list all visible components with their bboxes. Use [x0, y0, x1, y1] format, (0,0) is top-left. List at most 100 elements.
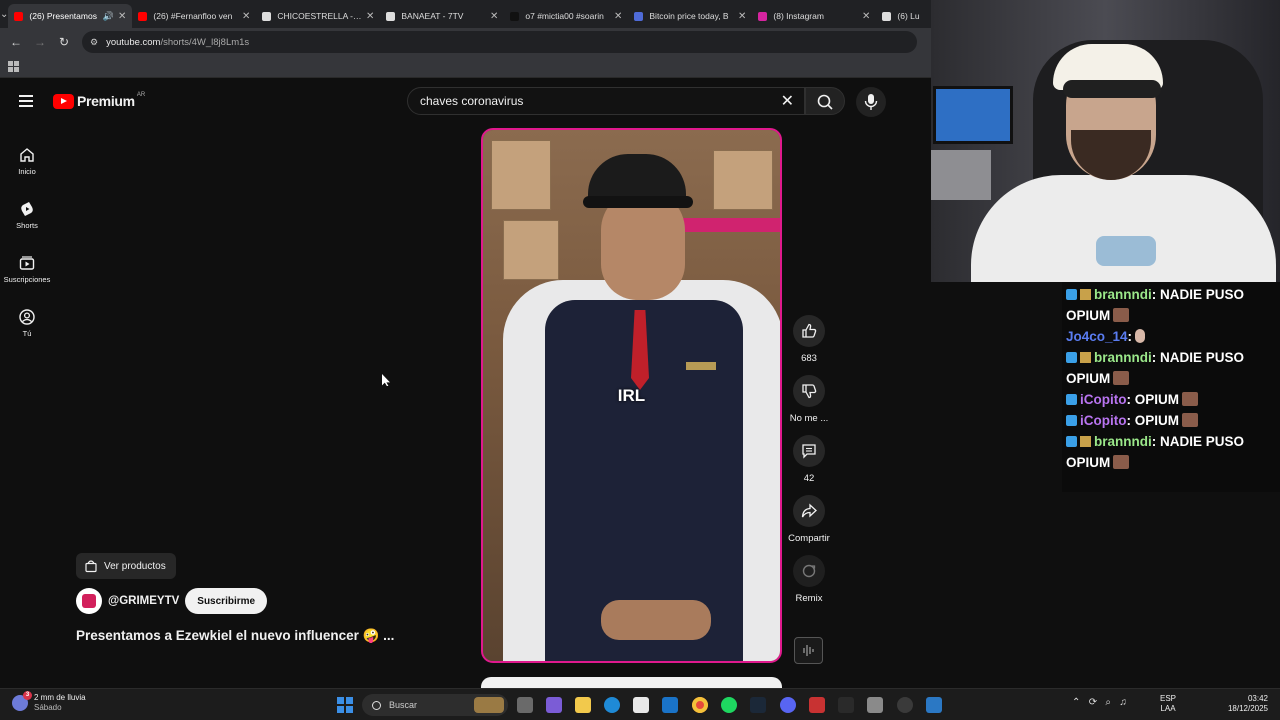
browser-tab[interactable]: Bitcoin price today, B ✕: [628, 4, 752, 28]
address-bar[interactable]: ⚙ youtube.com/shorts/4W_l8j8Lm1s: [82, 31, 917, 53]
chrome-icon[interactable]: [692, 697, 708, 713]
tab-close-icon[interactable]: ✕: [490, 11, 498, 22]
chat-username[interactable]: brannndi: [1094, 434, 1152, 449]
browser-tab[interactable]: (26) #Fernanfloo ven ✕: [132, 4, 256, 28]
browser-tab[interactable]: (8) Instagram ✕: [752, 4, 876, 28]
tab-close-icon[interactable]: ✕: [366, 11, 374, 22]
channel-row: @GRIMEYTV Suscribirme: [76, 588, 268, 614]
app-game-icon[interactable]: [867, 697, 883, 713]
view-products-label: Ver productos: [104, 560, 166, 572]
tab-favicon-icon: [386, 11, 396, 21]
video-title[interactable]: Presentamos a Ezewkiel el nuevo influenc…: [76, 628, 394, 644]
tab-close-icon[interactable]: ✕: [614, 11, 622, 22]
share-button[interactable]: Compartir: [785, 495, 833, 544]
guide-label-you: Tú: [22, 328, 32, 338]
tab-favicon-icon: [262, 11, 272, 21]
search-icon: [372, 700, 381, 710]
tab-close-icon[interactable]: ✕: [738, 11, 746, 22]
spotify-icon[interactable]: [721, 697, 737, 713]
view-products-button[interactable]: Ver productos: [76, 553, 176, 579]
guide-sidebar: Inicio Shorts Suscripciones Tú: [0, 134, 54, 350]
chat-username[interactable]: iCopito: [1080, 392, 1127, 407]
youtube-premium-logo[interactable]: Premium AR: [53, 92, 145, 109]
like-button[interactable]: 683: [785, 315, 833, 364]
browser-tab[interactable]: BANAEAT - 7TV ✕: [380, 4, 504, 28]
like-count: 683: [801, 353, 817, 364]
edge-icon[interactable]: [604, 697, 620, 713]
tab-close-icon[interactable]: ✕: [862, 11, 870, 22]
dislike-button[interactable]: No me ...: [785, 375, 833, 424]
browser-tab[interactable]: o7 #mictia00 #soarin ✕: [504, 4, 628, 28]
guide-label-home: Inicio: [18, 166, 36, 176]
remix-button[interactable]: Remix: [785, 555, 833, 604]
reload-icon[interactable]: ↻: [52, 35, 76, 49]
channel-name[interactable]: @GRIMEYTV: [108, 595, 179, 607]
weather-badge: 3: [23, 691, 32, 700]
menu-icon[interactable]: [19, 95, 33, 107]
dislike-label: No me ...: [789, 413, 829, 424]
back-icon[interactable]: ←: [4, 35, 28, 49]
guide-item-home[interactable]: Inicio: [0, 134, 54, 188]
next-short-preview: [481, 677, 782, 688]
remix-label: Remix: [795, 593, 823, 604]
tab-close-icon[interactable]: ✕: [118, 11, 126, 22]
steam-icon[interactable]: [750, 697, 766, 713]
site-info-icon[interactable]: ⚙: [90, 37, 98, 48]
system-tray[interactable]: ⌃ ⟳ ⌕ ♫: [1072, 697, 1127, 708]
chat-badge-icon: [1066, 415, 1077, 426]
app-photos-icon[interactable]: [926, 697, 942, 713]
weather-widget[interactable]: 3 2 mm de lluvia Sábado: [12, 691, 86, 713]
browser-tab[interactable]: (26) Presentamos 🔊 ✕: [8, 4, 133, 28]
store-icon[interactable]: [633, 697, 649, 713]
browser-tab-strip: ⌄ (26) Presentamos 🔊 ✕ (26) #Fernanfloo ven…: [0, 0, 931, 28]
taskbar-search[interactable]: Buscar: [362, 694, 508, 716]
clock[interactable]: 03:42 18/12/2025: [1222, 694, 1268, 714]
chat-badge-icon: [1080, 352, 1091, 363]
outlook-icon[interactable]: [662, 697, 678, 713]
file-explorer-icon[interactable]: [575, 697, 591, 713]
comments-button[interactable]: 42: [785, 435, 833, 484]
clear-search-icon[interactable]: ✕: [781, 91, 794, 111]
chat-username[interactable]: brannndi: [1094, 287, 1152, 302]
tab-search-icon[interactable]: ⌄: [0, 0, 8, 28]
apps-grid-icon[interactable]: [8, 61, 19, 72]
clock-time: 03:42: [1247, 694, 1268, 703]
weather-line1: 2 mm de lluvia: [34, 693, 86, 702]
chat-message: iCopito: OPIUM: [1062, 410, 1280, 431]
tab-audio-icon[interactable]: 🔊: [103, 11, 114, 22]
thumbs-down-icon: [802, 384, 817, 399]
windows-taskbar: 3 2 mm de lluvia Sábado Buscar ⌃ ⟳ ⌕ ♫ E…: [0, 688, 1280, 720]
task-view-icon[interactable]: [517, 697, 533, 713]
chat-badge-icon: [1066, 289, 1077, 300]
chat-username[interactable]: Jo4co_14: [1066, 329, 1128, 344]
shorts-video-player[interactable]: IRL: [481, 128, 782, 663]
search-button[interactable]: [805, 87, 845, 115]
chat-username[interactable]: iCopito: [1080, 413, 1127, 428]
chat-emote-icon: [1182, 392, 1198, 406]
chat-message: brannndi: NADIE PUSO OPIUM: [1062, 431, 1280, 473]
obs-recording-icon[interactable]: [809, 697, 825, 713]
forward-icon[interactable]: →: [28, 35, 52, 49]
channel-avatar[interactable]: [76, 588, 102, 614]
chat-username[interactable]: brannndi: [1094, 350, 1152, 365]
tab-close-icon[interactable]: ✕: [242, 11, 250, 22]
sound-tile[interactable]: [794, 637, 823, 664]
address-path: /shorts/4W_l8j8Lm1s: [160, 36, 250, 48]
shorts-actions: 683 No me ... 42 Compartir Remix: [785, 315, 833, 615]
app-g-icon[interactable]: [838, 697, 854, 713]
discord-icon[interactable]: [780, 697, 796, 713]
app-settings-icon[interactable]: [897, 697, 913, 713]
search-input[interactable]: chaves coronavirus ✕: [407, 87, 805, 115]
subscribe-button[interactable]: Suscribirme: [185, 588, 268, 614]
windows-start-icon[interactable]: [337, 697, 353, 713]
copilot-icon[interactable]: [546, 697, 562, 713]
chat-emote-icon: [1113, 308, 1130, 322]
guide-item-you[interactable]: Tú: [0, 296, 54, 350]
guide-item-shorts[interactable]: Shorts: [0, 188, 54, 242]
language-indicator[interactable]: ESP LAA: [1160, 694, 1176, 714]
voice-search-button[interactable]: [856, 87, 886, 117]
search-icon: [817, 94, 833, 110]
browser-tab[interactable]: CHICOESTRELLA - 7T ✕: [256, 4, 380, 28]
guide-item-subscriptions[interactable]: Suscripciones: [0, 242, 54, 296]
chat-badge-icon: [1066, 436, 1077, 447]
